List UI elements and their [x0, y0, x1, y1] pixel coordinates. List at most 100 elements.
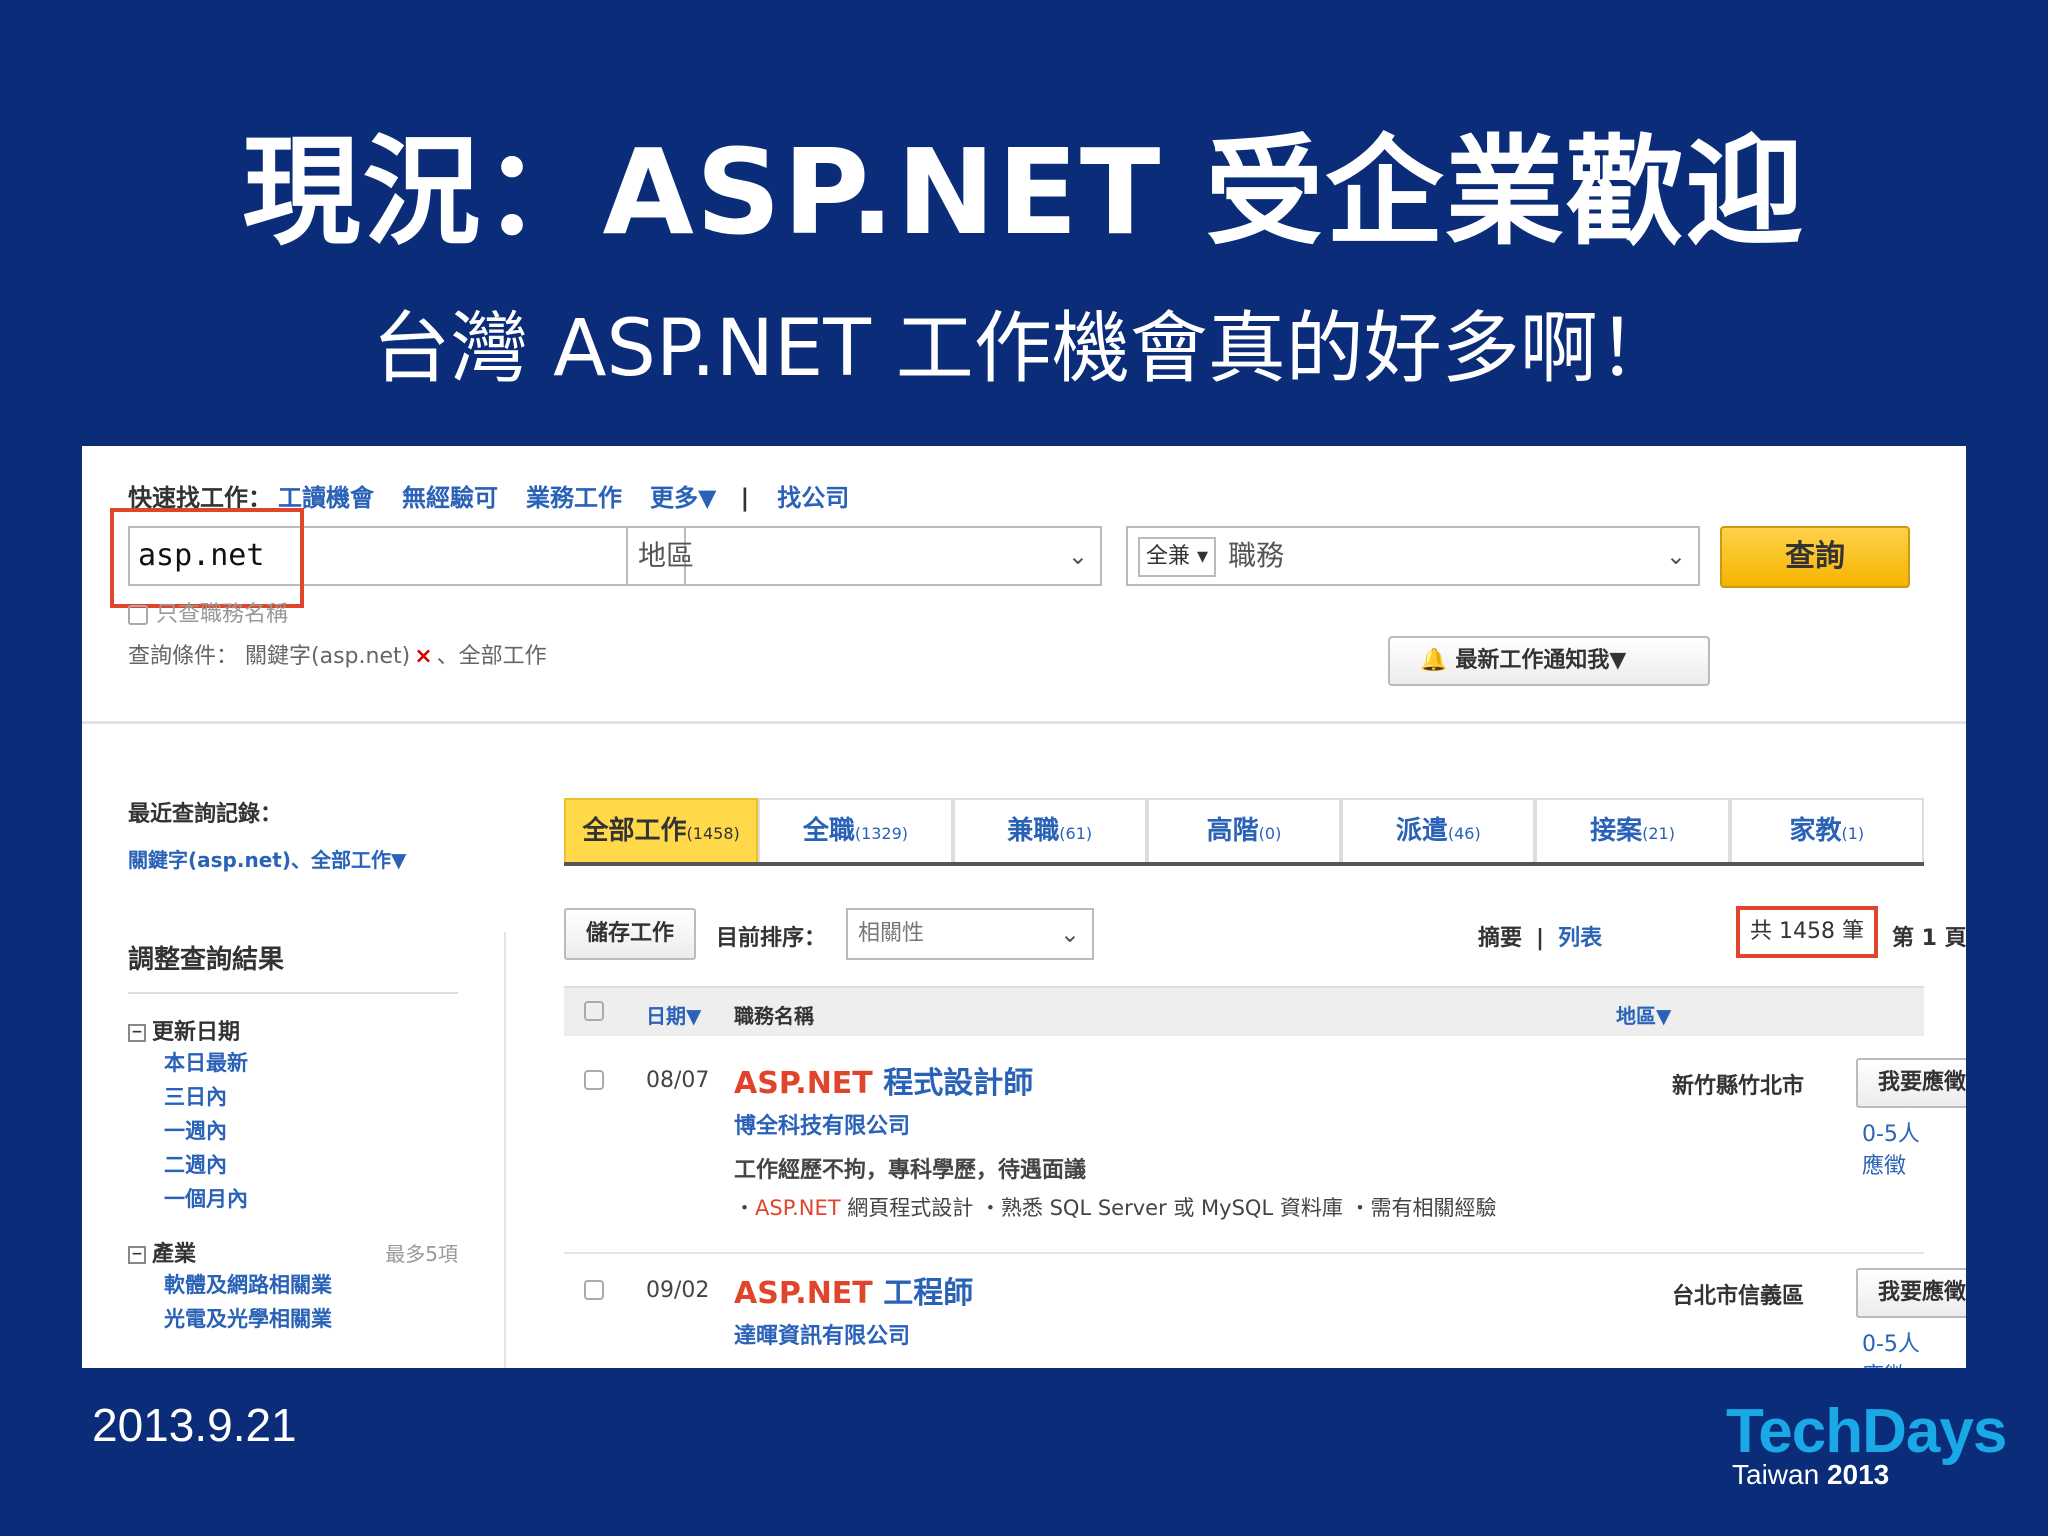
- recent-search-link[interactable]: 關鍵字(asp.net)、全部工作▼: [128, 844, 458, 873]
- tab-all[interactable]: 全部工作(1458): [564, 798, 759, 862]
- area-select-value: 地區: [638, 539, 695, 572]
- job-checkbox[interactable]: [584, 1070, 604, 1090]
- row-divider: [564, 1252, 1924, 1254]
- remove-condition-icon[interactable]: ×: [414, 644, 432, 669]
- tab-label: 接案: [1590, 816, 1643, 846]
- total-count: 共 1458 筆: [1736, 906, 1878, 958]
- tab-parttime[interactable]: 兼職(61): [952, 798, 1147, 862]
- chevron-down-icon: ⌄: [1665, 542, 1686, 570]
- results-header: 日期▼ 職務名稱 地區▼: [564, 986, 1924, 1036]
- collapse-icon[interactable]: −: [128, 1024, 146, 1042]
- quick-link-sales[interactable]: 業務工作: [526, 484, 622, 512]
- job-checkbox[interactable]: [584, 1280, 604, 1300]
- find-company-link[interactable]: 找公司: [777, 484, 849, 512]
- save-jobs-button[interactable]: 儲存工作: [564, 908, 696, 960]
- filter-item-optoelectronics[interactable]: 光電及光學相關業: [164, 1302, 458, 1336]
- only-title-label: 只查職務名稱: [156, 602, 289, 627]
- view-summary[interactable]: 摘要: [1478, 926, 1522, 951]
- collapse-icon[interactable]: −: [128, 1246, 146, 1264]
- brand-sub-year: 2013: [1826, 1459, 1890, 1490]
- tab-count: (1329): [854, 824, 909, 843]
- slide-title: 現況：ASP.NET 受企業歡迎: [242, 123, 1806, 261]
- page-info[interactable]: 第 1 頁 ▼: [1892, 920, 1966, 952]
- job-type-select[interactable]: 全兼 ▾: [1138, 537, 1217, 577]
- filter-item-1week[interactable]: 一週內: [164, 1114, 458, 1148]
- industry-max-note: 最多5項: [385, 1242, 458, 1266]
- sort-select[interactable]: 相關性 ⌄: [846, 908, 1094, 960]
- date-filter-title: 更新日期: [152, 1020, 241, 1045]
- results-toolbar: 儲存工作 目前排序： 相關性 ⌄ 摘要 | 列表 共 1458 筆 第 1 頁 ▼: [564, 906, 1966, 960]
- sort-by-area[interactable]: 地區▼: [1616, 1000, 1671, 1029]
- brand-name: TechDays: [1726, 1397, 2007, 1466]
- only-title-checkbox[interactable]: [128, 605, 148, 625]
- tab-fulltime[interactable]: 全職(1329): [758, 798, 953, 862]
- sort-by-date[interactable]: 日期▼: [646, 1000, 701, 1029]
- filter-item-software[interactable]: 軟體及網路相關業: [164, 1268, 458, 1302]
- job-date: 08/07: [646, 1068, 710, 1093]
- conditions-label: 查詢條件：: [128, 644, 239, 669]
- condition-keyword: 關鍵字(asp.net): [245, 644, 411, 669]
- applicant-count[interactable]: 0-5人應徵: [1862, 1116, 1924, 1180]
- job-date: 09/02: [646, 1278, 710, 1303]
- filter-item-1month[interactable]: 一個月內: [164, 1182, 458, 1216]
- date-filter-group: − 更新日期 本日最新 三日內 一週內 二週內 一個月內: [128, 1014, 458, 1216]
- quick-link-more[interactable]: 更多▼: [650, 484, 716, 512]
- job-title-rest: 程式設計師: [872, 1066, 1034, 1101]
- job-type-value: 全兼: [1146, 544, 1191, 569]
- search-button[interactable]: 查詢: [1720, 526, 1910, 588]
- filter-item-today[interactable]: 本日最新: [164, 1046, 458, 1080]
- slide-date: 2013.9.21: [92, 1399, 297, 1451]
- tab-senior[interactable]: 高階(0): [1146, 798, 1342, 862]
- tab-label: 派遣: [1395, 816, 1448, 846]
- tab-freelance[interactable]: 接案(21): [1535, 798, 1730, 862]
- tab-tutor[interactable]: 家教(1): [1729, 798, 1924, 862]
- adjust-results-title: 調整查詢結果: [128, 939, 458, 994]
- bell-icon: 🔔: [1420, 648, 1448, 673]
- brand-sub-prefix: Taiwan: [1732, 1459, 1827, 1490]
- job-title-link[interactable]: ASP.NET 工程師: [734, 1268, 973, 1312]
- job-category-value: 職務: [1228, 539, 1285, 572]
- view-toggle: 摘要 | 列表: [1478, 920, 1602, 952]
- tab-count: (1458): [686, 824, 740, 843]
- caret-down-icon: ▾: [1197, 544, 1209, 569]
- view-list[interactable]: 列表: [1558, 926, 1602, 951]
- applicant-count[interactable]: 0-5人應徵: [1862, 1326, 1924, 1368]
- industry-filter-title: 產業: [152, 1242, 197, 1267]
- only-title-option[interactable]: 只查職務名稱: [128, 596, 288, 628]
- date-filter-header[interactable]: − 更新日期: [128, 1014, 458, 1046]
- apply-button[interactable]: 我要應徵: [1856, 1268, 1966, 1318]
- job-search-screenshot: 快速找工作： 工讀機會 無經驗可 業務工作 更多▼ | 找公司 asp.net 地區 ⌄ 全…: [82, 446, 1966, 1368]
- job-category-select[interactable]: 全兼 ▾ 職務 ⌄: [1126, 526, 1700, 586]
- quick-link-no-experience[interactable]: 無經驗可: [402, 484, 498, 512]
- notify-me-button[interactable]: 🔔 最新工作通知我▼: [1388, 636, 1710, 686]
- apply-button[interactable]: 我要應徵: [1856, 1058, 1966, 1108]
- search-conditions: 查詢條件： 關鍵字(asp.net) × 、全部工作: [128, 638, 547, 670]
- filter-item-2weeks[interactable]: 二週內: [164, 1148, 458, 1182]
- filter-item-3days[interactable]: 三日內: [164, 1080, 458, 1114]
- tab-label: 兼職: [1007, 816, 1060, 846]
- company-link[interactable]: 博全科技有限公司: [734, 1108, 910, 1140]
- condition-scope: 、全部工作: [436, 644, 547, 669]
- industry-filter-group: − 產業 最多5項 軟體及網路相關業 光電及光學相關業: [128, 1236, 458, 1336]
- tab-label: 高階: [1206, 816, 1259, 846]
- company-link[interactable]: 達暉資訊有限公司: [734, 1318, 910, 1350]
- tab-count: (1): [1841, 824, 1865, 843]
- chevron-down-icon: ⌄: [1067, 542, 1088, 570]
- tab-count: (46): [1447, 824, 1481, 843]
- techdays-logo: TechDays Taiwan 2013: [1726, 1396, 2007, 1491]
- sidebar-divider: [504, 932, 506, 1368]
- select-all-checkbox[interactable]: [584, 1001, 604, 1021]
- tab-dispatch[interactable]: 派遣(46): [1341, 798, 1536, 862]
- slide-subtitle: 台灣 ASP.NET 工作機會真的好多啊！: [372, 304, 1676, 394]
- job-row: 09/02 ASP.NET 工程師 達暉資訊有限公司 台北市信義區 我要應徵 0…: [564, 1268, 1966, 1368]
- page-info-label: 第 1 頁: [1892, 926, 1966, 951]
- tab-label: 全職: [802, 816, 855, 846]
- industry-filter-header[interactable]: − 產業 最多5項: [128, 1236, 458, 1268]
- job-type-tabs: 全部工作(1458) 全職(1329) 兼職(61) 高階(0) 派遣(46) …: [564, 798, 1924, 866]
- area-select[interactable]: 地區 ⌄: [626, 526, 1102, 586]
- job-row: 08/07 ASP.NET 程式設計師 博全科技有限公司 工作經歷不拘，專科學歷…: [564, 1058, 1966, 1248]
- column-title: 職務名稱: [734, 1004, 814, 1028]
- job-title-link[interactable]: ASP.NET 程式設計師: [734, 1058, 1033, 1102]
- tab-count: (0): [1258, 824, 1282, 843]
- job-title-rest: 工程師: [872, 1276, 974, 1311]
